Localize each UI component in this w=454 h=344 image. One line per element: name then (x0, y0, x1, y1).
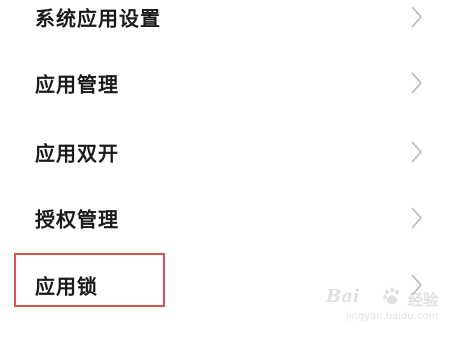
chevron-right-icon (411, 6, 422, 27)
watermark-url: jingyan.baidu.com (346, 311, 439, 322)
settings-item-label: 应用双开 (35, 141, 119, 165)
settings-item-label: 应用管理 (35, 72, 119, 96)
settings-item-permissions[interactable]: 授权管理 (0, 184, 454, 251)
highlight-annotation-box (14, 253, 165, 307)
settings-item-system-apps[interactable]: 系统应用设置 (0, 0, 454, 50)
settings-item-label: 系统应用设置 (35, 6, 161, 30)
paw-icon (383, 287, 399, 304)
chevron-right-icon (411, 72, 422, 93)
chevron-right-icon (411, 141, 422, 162)
settings-item-app-management[interactable]: 应用管理 (0, 49, 454, 116)
settings-item-label: 授权管理 (35, 207, 119, 231)
settings-item-dual-apps[interactable]: 应用双开 (0, 118, 454, 185)
watermark-brand: Bai (326, 286, 360, 307)
watermark-brand-cn: 经验 (408, 291, 439, 309)
baidu-jingyan-watermark: Bai 经验 jingyan.baidu.com (326, 286, 452, 330)
chevron-right-icon (411, 207, 422, 228)
